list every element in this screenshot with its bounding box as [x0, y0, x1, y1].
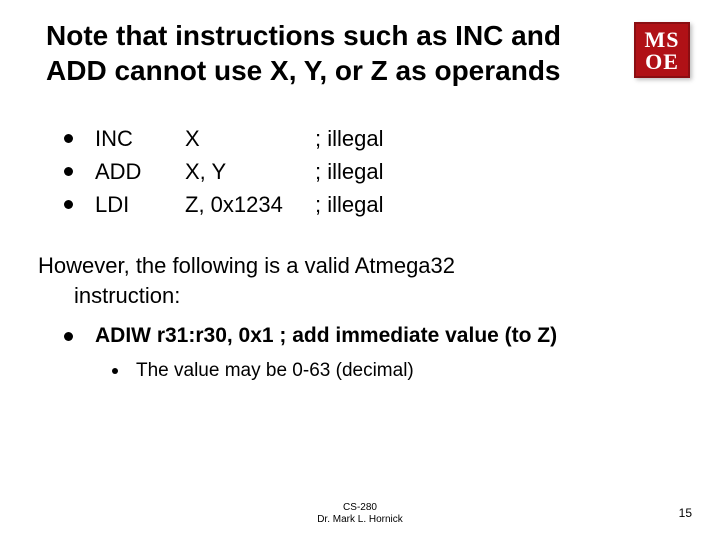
- bullet-icon: [64, 167, 73, 176]
- page-number: 15: [679, 506, 692, 520]
- instr: LDI: [95, 188, 185, 221]
- bullet-icon: [112, 368, 118, 374]
- footer-author: Dr. Mark L. Hornick: [0, 514, 720, 526]
- footer-course: CS-280: [0, 502, 720, 514]
- instr: INC: [95, 122, 185, 155]
- logo-line-1: MS: [636, 29, 688, 51]
- list-item: LDI Z, 0x1234 ; illegal: [64, 188, 686, 221]
- list-item: The value may be 0-63 (decimal): [112, 356, 686, 386]
- logo-line-2: OE: [636, 51, 688, 73]
- slide-footer: CS-280 Dr. Mark L. Hornick: [0, 502, 720, 526]
- sub-note: The value may be 0-63 (decimal): [136, 356, 414, 386]
- valid-instruction-list: ADIW r31:r30, 0x1 ; add immediate value …: [34, 320, 686, 352]
- adiw-instruction: ADIW r31:r30, 0x1 ; add immediate value …: [95, 320, 557, 352]
- illegal-instruction-list: INC X ; illegal ADD X, Y ; illegal LDI Z…: [34, 122, 686, 221]
- arg: X, Y: [185, 155, 315, 188]
- comment: ; illegal: [315, 188, 383, 221]
- however-line-2: instruction:: [38, 281, 686, 311]
- comment: ; illegal: [315, 122, 383, 155]
- list-item: ADD X, Y ; illegal: [64, 155, 686, 188]
- bullet-icon: [64, 134, 73, 143]
- comment: ; illegal: [315, 155, 383, 188]
- bullet-icon: [64, 332, 73, 341]
- however-text: However, the following is a valid Atmega…: [34, 251, 686, 310]
- arg: X: [185, 122, 315, 155]
- msoe-logo: MS OE: [634, 22, 690, 78]
- however-line-1: However, the following is a valid Atmega…: [38, 253, 455, 278]
- list-item: INC X ; illegal: [64, 122, 686, 155]
- instr: ADD: [95, 155, 185, 188]
- slide-title: Note that instructions such as INC and A…: [34, 18, 584, 88]
- sub-note-list: The value may be 0-63 (decimal): [34, 356, 686, 386]
- bullet-icon: [64, 200, 73, 209]
- arg: Z, 0x1234: [185, 188, 315, 221]
- list-item: ADIW r31:r30, 0x1 ; add immediate value …: [64, 320, 686, 352]
